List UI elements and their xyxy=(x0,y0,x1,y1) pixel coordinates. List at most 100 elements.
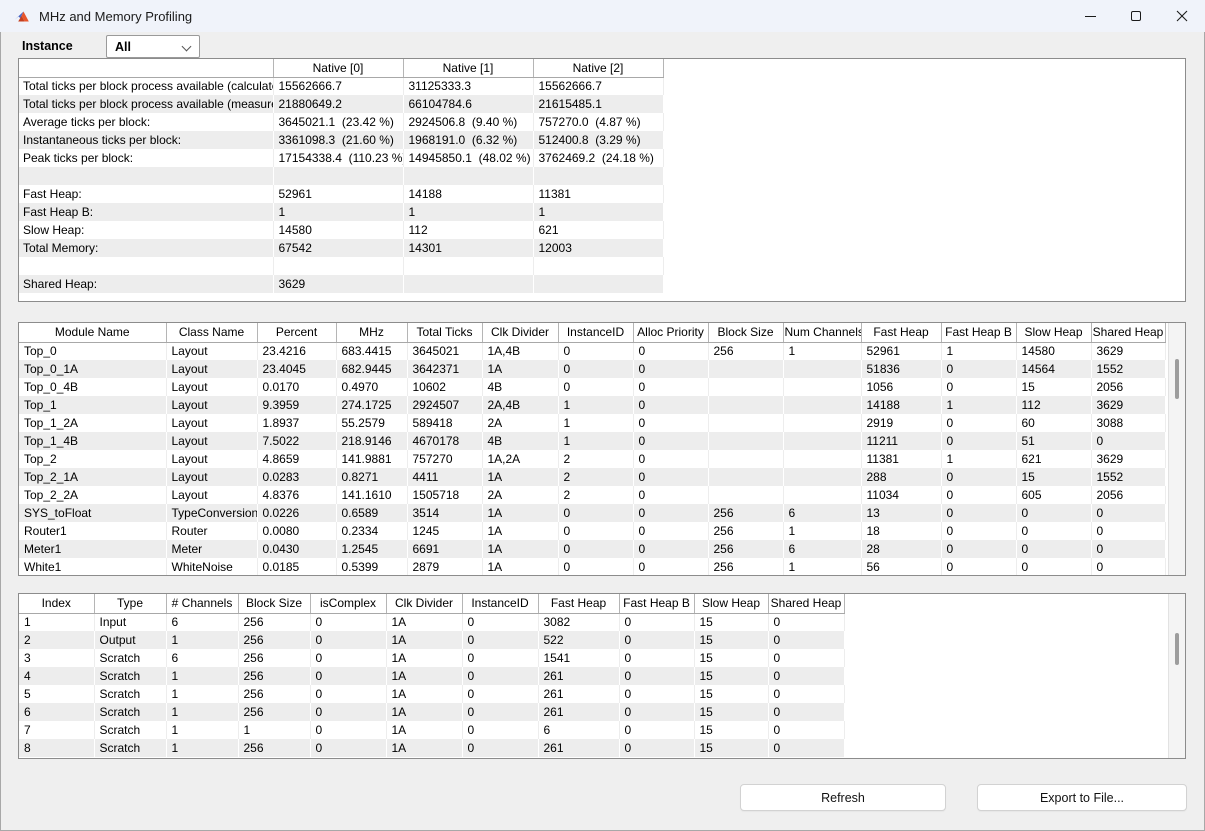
cell[interactable] xyxy=(708,360,783,378)
cell[interactable]: 2 xyxy=(558,450,633,468)
cell[interactable]: 0.0080 xyxy=(257,522,336,540)
cell[interactable]: 23.4045 xyxy=(257,360,336,378)
cell[interactable]: 0 xyxy=(633,450,708,468)
cell[interactable]: 66104784.6 xyxy=(403,95,533,113)
cell[interactable]: 0 xyxy=(310,613,386,631)
cell[interactable]: 0 xyxy=(768,703,844,721)
cell[interactable]: 1A,2A xyxy=(482,450,558,468)
cell[interactable]: Scratch xyxy=(94,739,166,757)
cell[interactable]: 0 xyxy=(619,703,694,721)
cell[interactable]: 0 xyxy=(558,342,633,360)
cell[interactable]: 11381 xyxy=(533,185,663,203)
cell[interactable]: 14188 xyxy=(861,396,941,414)
cell[interactable]: 256 xyxy=(238,685,310,703)
cell[interactable] xyxy=(708,432,783,450)
cell[interactable]: 0 xyxy=(1091,540,1165,558)
cell[interactable]: 1A xyxy=(482,558,558,576)
cell[interactable]: 1056 xyxy=(861,378,941,396)
cell[interactable]: 1 xyxy=(941,396,1016,414)
cell[interactable]: 14188 xyxy=(403,185,533,203)
cell[interactable]: 3629 xyxy=(1091,342,1165,360)
cell[interactable]: 256 xyxy=(238,739,310,757)
cell[interactable] xyxy=(783,450,861,468)
cell[interactable]: 2 xyxy=(558,486,633,504)
cell[interactable]: Meter1 xyxy=(19,540,166,558)
cell[interactable]: 0 xyxy=(1091,504,1165,522)
cell[interactable] xyxy=(533,167,663,185)
cell[interactable]: 621 xyxy=(533,221,663,239)
cell[interactable]: 0 xyxy=(558,378,633,396)
cell[interactable]: Layout xyxy=(166,396,257,414)
cell[interactable] xyxy=(783,468,861,486)
module-table-scrollbar[interactable] xyxy=(1168,323,1185,575)
cell[interactable]: 0 xyxy=(941,378,1016,396)
cell[interactable]: 15 xyxy=(1016,468,1091,486)
cell[interactable]: 0 xyxy=(462,649,538,667)
cell[interactable]: Total ticks per block process available … xyxy=(19,95,273,113)
cell[interactable]: 0 xyxy=(1016,522,1091,540)
cell[interactable]: 218.9146 xyxy=(336,432,407,450)
cell[interactable]: 52961 xyxy=(861,342,941,360)
cell[interactable] xyxy=(403,275,533,293)
cell[interactable]: 141.9881 xyxy=(336,450,407,468)
cell[interactable]: Instantaneous ticks per block: xyxy=(19,131,273,149)
cell[interactable]: 0 xyxy=(310,667,386,685)
cell[interactable] xyxy=(708,414,783,432)
cell[interactable]: 1.8937 xyxy=(257,414,336,432)
cell[interactable]: Layout xyxy=(166,360,257,378)
cell[interactable]: 0 xyxy=(310,739,386,757)
cell[interactable]: 256 xyxy=(238,667,310,685)
cell[interactable]: 0 xyxy=(1016,558,1091,576)
cell[interactable]: 261 xyxy=(538,739,619,757)
cell[interactable]: 15 xyxy=(694,613,768,631)
cell[interactable]: 256 xyxy=(238,649,310,667)
cell[interactable]: 6 xyxy=(783,540,861,558)
cell[interactable]: Input xyxy=(94,613,166,631)
cell[interactable]: Top_1_2A xyxy=(19,414,166,432)
cell[interactable]: 0 xyxy=(633,414,708,432)
cell[interactable]: 1 xyxy=(166,703,238,721)
cell[interactable]: White1 xyxy=(19,558,166,576)
cell[interactable] xyxy=(783,378,861,396)
cell[interactable]: Top_2 xyxy=(19,450,166,468)
cell[interactable]: 0 xyxy=(1091,522,1165,540)
cell[interactable]: 0 xyxy=(941,540,1016,558)
cell[interactable]: 1552 xyxy=(1091,468,1165,486)
cell[interactable]: 0 xyxy=(941,504,1016,522)
cell[interactable]: 11211 xyxy=(861,432,941,450)
cell[interactable]: 15562666.7 xyxy=(273,77,403,95)
cell[interactable]: 14564 xyxy=(1016,360,1091,378)
cell[interactable]: Peak ticks per block: xyxy=(19,149,273,167)
cell[interactable]: 1A xyxy=(386,667,462,685)
cell[interactable]: 0 xyxy=(619,613,694,631)
cell[interactable]: 112 xyxy=(403,221,533,239)
cell[interactable]: 13 xyxy=(861,504,941,522)
cell[interactable]: 7 xyxy=(19,721,94,739)
cell[interactable]: 11034 xyxy=(861,486,941,504)
cell[interactable]: Layout xyxy=(166,468,257,486)
cell[interactable] xyxy=(708,396,783,414)
cell[interactable]: Top_2_2A xyxy=(19,486,166,504)
cell[interactable] xyxy=(783,486,861,504)
cell[interactable]: Layout xyxy=(166,378,257,396)
cell[interactable]: 2 xyxy=(19,631,94,649)
cell[interactable]: 0 xyxy=(619,631,694,649)
cell[interactable]: 28 xyxy=(861,540,941,558)
cell[interactable]: 256 xyxy=(238,613,310,631)
cell[interactable]: 6 xyxy=(166,613,238,631)
cell[interactable]: 0 xyxy=(1091,558,1165,576)
cell[interactable]: 2919 xyxy=(861,414,941,432)
cell[interactable]: 0.4970 xyxy=(336,378,407,396)
cell[interactable]: 0 xyxy=(619,649,694,667)
cell[interactable]: 3762469.2 (24.18 %) xyxy=(533,149,663,167)
cell[interactable]: 0 xyxy=(619,685,694,703)
cell[interactable]: 1968191.0 (6.32 %) xyxy=(403,131,533,149)
cell[interactable]: 55.2579 xyxy=(336,414,407,432)
cell[interactable]: 621 xyxy=(1016,450,1091,468)
cell[interactable]: 31125333.3 xyxy=(403,77,533,95)
cell[interactable]: 1A xyxy=(482,504,558,522)
cell[interactable]: 261 xyxy=(538,667,619,685)
cell[interactable]: 256 xyxy=(238,631,310,649)
cell[interactable] xyxy=(783,396,861,414)
cell[interactable]: 1 xyxy=(558,432,633,450)
